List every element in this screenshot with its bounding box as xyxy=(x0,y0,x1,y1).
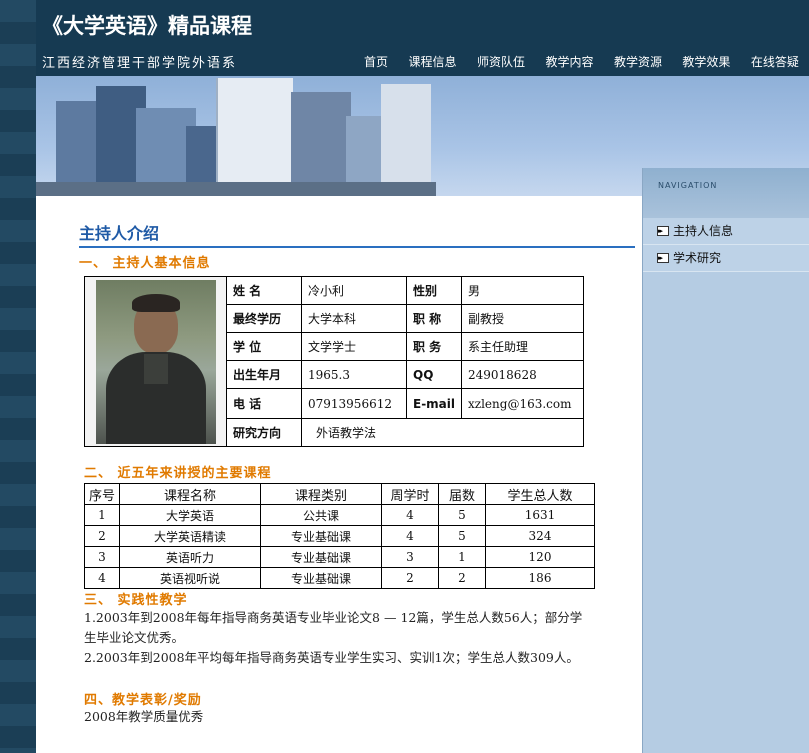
table-cell: 186 xyxy=(485,567,595,589)
nav-faculty[interactable]: 师资队伍 xyxy=(473,53,529,70)
table-cell: 1 xyxy=(438,546,486,568)
education-label: 最终学历 xyxy=(226,304,302,333)
section-practice-heading: 三、 实践性教学 xyxy=(84,593,188,608)
col-header: 课程名称 xyxy=(119,483,261,505)
table-cell: 4 xyxy=(84,567,120,589)
table-cell: 3 xyxy=(84,546,120,568)
table-cell: 大学英语 xyxy=(119,504,261,526)
table-cell: 专业基础课 xyxy=(260,546,382,568)
research-value: 外语教学法 xyxy=(301,418,584,447)
sidebar-item-research[interactable]: 学术研究 xyxy=(643,245,809,272)
nav-course-info[interactable]: 课程信息 xyxy=(404,53,460,70)
table-cell: 4 xyxy=(381,504,439,526)
title-rank-value: 副教授 xyxy=(461,304,584,333)
table-cell: 2 xyxy=(438,567,486,589)
gender-value: 男 xyxy=(461,276,584,305)
table-row: 4 英语视听说 专业基础课 2 2 186 xyxy=(84,567,595,589)
section-courses-heading: 二、 近五年来讲授的主要课程 xyxy=(84,466,272,481)
name-value: 冷小利 xyxy=(301,276,407,305)
table-row: 1 大学英语 公共课 4 5 1631 xyxy=(84,504,595,526)
table-cell: 2 xyxy=(84,525,120,547)
table-cell: 专业基础课 xyxy=(260,567,382,589)
degree-label: 学 位 xyxy=(226,332,302,361)
practice-item-1: 1.2003年到2008年每年指导商务英语专业毕业论文8 — 12篇，学生总人数… xyxy=(84,610,583,645)
qq-value: 249018628 xyxy=(461,360,584,389)
research-label: 研究方向 xyxy=(226,418,302,447)
section-basic-info-heading: 一、 主持人基本信息 xyxy=(79,256,211,271)
title-rank-label: 职 称 xyxy=(406,304,462,333)
degree-value: 文学学士 xyxy=(301,332,407,361)
host-photo xyxy=(95,279,216,444)
double-arrow-icon xyxy=(657,218,669,244)
page-title: 主持人介绍 xyxy=(79,224,160,243)
phone-value: 07913956612 xyxy=(301,388,407,419)
section-awards-heading: 四、教学表彰/奖励 xyxy=(84,693,202,708)
education-value: 大学本科 xyxy=(301,304,407,333)
qq-label: QQ xyxy=(406,360,462,389)
position-label: 职 务 xyxy=(406,332,462,361)
sidebar-item-label: 主持人信息 xyxy=(673,224,734,238)
site-header: 《大学英语》精品课程 江西经济管理干部学院外语系 首页 课程信息 师资队伍 教学… xyxy=(0,0,809,753)
nav-online-qa[interactable]: 在线答疑 xyxy=(747,53,803,70)
birth-value: 1965.3 xyxy=(301,360,407,389)
position-value: 系主任助理 xyxy=(461,332,584,361)
decorative-stripes xyxy=(0,0,36,753)
table-cell: 5 xyxy=(438,525,486,547)
table-header-row: 序号 课程名称 课程类别 周学时 届数 学生总人数 xyxy=(84,483,595,505)
nav-teaching-effect[interactable]: 教学效果 xyxy=(678,53,734,70)
table-cell: 4 xyxy=(381,525,439,547)
main-content: 主持人介绍 一、 主持人基本信息 姓 名 冷小利 性别 男 最终学历 大学本科 … xyxy=(36,196,642,753)
table-cell: 英语视听说 xyxy=(119,567,261,589)
table-cell: 5 xyxy=(438,504,486,526)
table-cell: 1 xyxy=(84,504,120,526)
site-title: 《大学英语》精品课程 xyxy=(42,14,252,38)
sidebar-item-host-info[interactable]: 主持人信息 xyxy=(643,218,809,245)
double-arrow-icon xyxy=(657,245,669,271)
award-item: 2008年教学质量优秀 xyxy=(84,709,204,724)
email-label: E-mail xyxy=(406,388,462,419)
name-label: 姓 名 xyxy=(226,276,302,305)
phone-label: 电 话 xyxy=(226,388,302,419)
sidebar: NAVIGATION 主持人信息 学术研究 xyxy=(642,168,809,753)
birth-label: 出生年月 xyxy=(226,360,302,389)
course-table: 序号 课程名称 课程类别 周学时 届数 学生总人数 1 大学英语 公共课 4 5… xyxy=(84,483,595,589)
sidebar-heading: NAVIGATION xyxy=(643,168,809,218)
gender-label: 性别 xyxy=(406,276,462,305)
nav-home[interactable]: 首页 xyxy=(360,53,392,70)
table-cell: 专业基础课 xyxy=(260,525,382,547)
nav-teaching-content[interactable]: 教学内容 xyxy=(541,53,597,70)
table-cell: 120 xyxy=(485,546,595,568)
title-divider xyxy=(79,246,635,248)
email-value: xzleng@163.com xyxy=(461,388,584,419)
col-header: 学生总人数 xyxy=(485,483,595,505)
col-header: 序号 xyxy=(84,483,120,505)
table-cell: 大学英语精读 xyxy=(119,525,261,547)
table-cell: 3 xyxy=(381,546,439,568)
table-cell: 公共课 xyxy=(260,504,382,526)
table-cell: 324 xyxy=(485,525,595,547)
sidebar-item-label: 学术研究 xyxy=(673,251,722,265)
col-header: 周学时 xyxy=(381,483,439,505)
site-subtitle: 江西经济管理干部学院外语系 xyxy=(42,56,238,71)
table-cell: 1631 xyxy=(485,504,595,526)
table-cell: 2 xyxy=(381,567,439,589)
practice-item-2: 2.2003年到2008年平均每年指导商务英语专业学生实习、实训1次；学生总人数… xyxy=(84,650,579,665)
table-row: 2 大学英语精读 专业基础课 4 5 324 xyxy=(84,525,595,547)
host-info-table: 姓 名 冷小利 性别 男 最终学历 大学本科 职 称 副教授 学 位 文学学士 … xyxy=(84,276,584,447)
table-cell: 英语听力 xyxy=(119,546,261,568)
table-row: 3 英语听力 专业基础课 3 1 120 xyxy=(84,546,595,568)
col-header: 课程类别 xyxy=(260,483,382,505)
top-nav: 首页 课程信息 师资队伍 教学内容 教学资源 教学效果 在线答疑 xyxy=(360,50,809,72)
photo-cell xyxy=(84,276,227,447)
nav-resources[interactable]: 教学资源 xyxy=(610,53,666,70)
col-header: 届数 xyxy=(438,483,486,505)
